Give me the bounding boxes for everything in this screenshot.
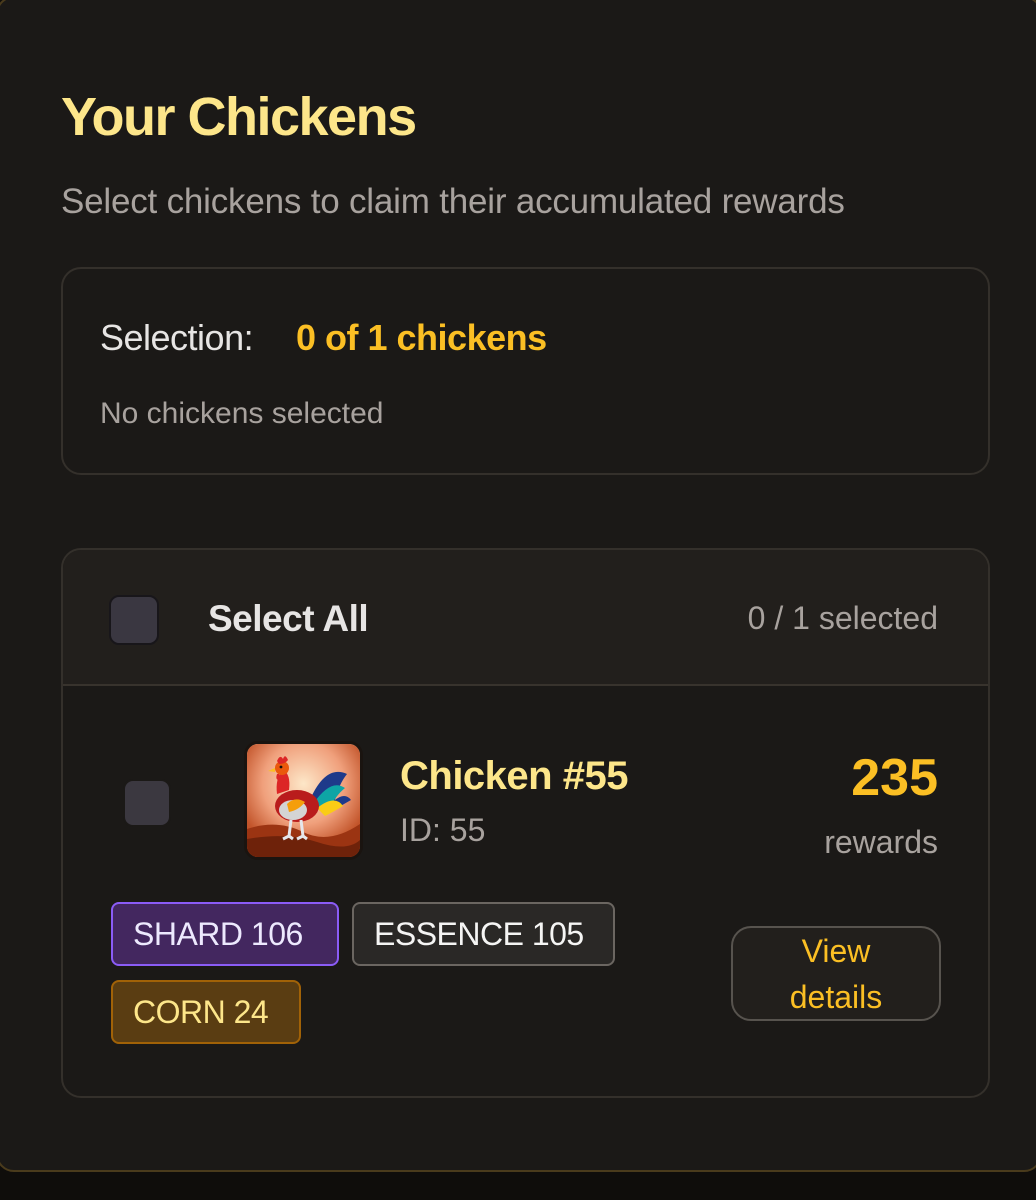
page-subtitle: Select chickens to claim their accumulat… <box>61 182 845 221</box>
view-details-label: View details <box>789 932 883 1015</box>
page-title: Your Chickens <box>61 87 417 147</box>
essence-badge: ESSENCE 105 <box>352 902 615 966</box>
list-header: Select All 0 / 1 selected <box>63 550 988 686</box>
select-all-checkbox[interactable] <box>109 595 159 645</box>
view-details-button[interactable]: View details <box>731 926 941 1021</box>
selected-count: 0 / 1 selected <box>747 600 938 636</box>
rooster-icon <box>247 744 360 857</box>
chicken-avatar <box>244 741 363 860</box>
selection-summary: Selection: 0 of 1 chickens No chickens s… <box>61 267 990 475</box>
shard-badge: SHARD 106 <box>111 902 339 966</box>
rewards-value: 235 <box>851 749 938 807</box>
select-all-label[interactable]: Select All <box>208 598 369 640</box>
chicken-name: Chicken #55 <box>400 754 628 798</box>
selection-count: 0 of 1 chickens <box>296 317 547 358</box>
chicken-checkbox[interactable] <box>123 779 171 827</box>
corn-badge: CORN 24 <box>111 980 301 1044</box>
selection-empty-text: No chickens selected <box>100 397 384 430</box>
rewards-label: rewards <box>824 824 938 860</box>
chicken-list: Select All 0 / 1 selected Chicken #55 ID… <box>61 548 990 1098</box>
selection-label: Selection: <box>100 317 254 358</box>
chicken-id: ID: 55 <box>400 812 486 848</box>
